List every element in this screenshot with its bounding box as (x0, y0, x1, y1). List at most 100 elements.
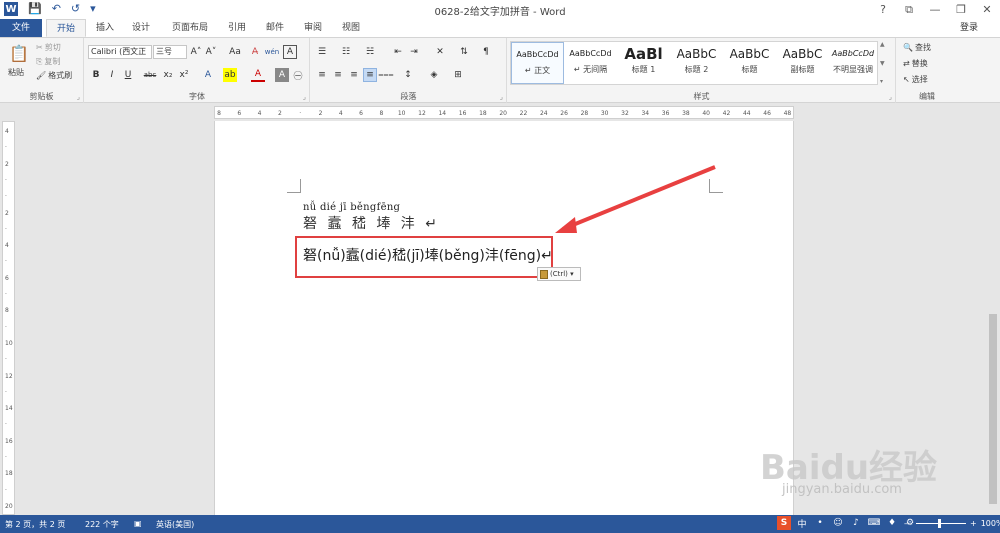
tab-review[interactable]: 审阅 (296, 19, 330, 37)
horizontal-ruler-track[interactable]: 8 6 4 2 · 2 4 6 8 10 12 14 16 18 20 22 24 26 28 30 32 34 36 38 4… (214, 106, 794, 119)
align-center-icon[interactable]: ≡ (331, 68, 345, 82)
paste-button[interactable]: 粘贴 (8, 67, 24, 78)
decrease-indent-icon[interactable]: ⇤ (391, 45, 405, 59)
sogou-icon[interactable]: S (777, 516, 791, 530)
multilevel-list-icon[interactable]: ☵ (363, 45, 377, 59)
cut-button[interactable]: ✂ 剪切 (36, 42, 61, 53)
chinese-layout-icon[interactable]: ✕ (433, 45, 447, 59)
line-spacing-icon[interactable]: ↕ (401, 68, 415, 82)
styles-scroll[interactable]: ▲ ▼ ▾ (880, 41, 890, 85)
scroll-thumb[interactable] (989, 314, 997, 504)
vertical-scrollbar[interactable] (986, 104, 1000, 515)
tab-references[interactable]: 引用 (220, 19, 254, 37)
superscript-icon[interactable]: x² (177, 68, 191, 82)
keyboard-icon[interactable]: ⌨ (867, 516, 881, 530)
font-name-combo[interactable]: Calibri (西文正 (88, 45, 152, 59)
zoom-thumb[interactable] (938, 519, 941, 528)
close-icon[interactable]: ✕ (974, 0, 1000, 19)
input-mode-icon[interactable]: 中 (795, 516, 809, 530)
increase-indent-icon[interactable]: ⇥ (407, 45, 421, 59)
tab-design[interactable]: 设计 (124, 19, 158, 37)
find-button[interactable]: 🔍 查找 (903, 42, 931, 53)
numbering-icon[interactable]: ☷ (339, 45, 353, 59)
paste-options-button[interactable]: (Ctrl) ▾ (537, 267, 581, 281)
shirt-icon[interactable]: ♦ (885, 516, 899, 530)
scroll-down-icon[interactable]: ▼ (880, 60, 890, 67)
page-count[interactable]: 第 2 页，共 2 页 (5, 519, 65, 530)
font-color-icon[interactable]: A (251, 68, 265, 82)
ruler-tick: · (5, 486, 7, 494)
clipboard-launcher-icon[interactable]: ⌟ (77, 93, 80, 101)
hanzi-line[interactable]: 砮 蠧 嵇 埲 沣 ↵ (303, 213, 440, 233)
language[interactable]: 英语(美国) (156, 519, 194, 530)
zoom-in-icon[interactable]: + (970, 519, 977, 528)
underline-icon[interactable]: U (121, 68, 135, 82)
replace-button[interactable]: ⇄ 替换 (903, 58, 928, 69)
font-size-combo[interactable]: 三号 (153, 45, 187, 59)
more-styles-icon[interactable]: ▾ (880, 78, 890, 85)
paste-icon[interactable]: 📋 (8, 42, 30, 64)
align-right-icon[interactable]: ≡ (347, 68, 361, 82)
char-border-icon[interactable]: A (283, 45, 297, 59)
zoom-level[interactable]: 100% (981, 519, 1000, 528)
char-shading-icon[interactable]: A (275, 68, 289, 82)
style-subtle-emphasis[interactable]: AaBbCcDd 不明显强调 (829, 42, 877, 84)
align-left-icon[interactable]: ≡ (315, 68, 329, 82)
mic-icon[interactable]: ♪ (849, 516, 863, 530)
horizontal-ruler[interactable]: 8 6 4 2 · 2 4 6 8 10 12 14 16 18 20 22 24 26 28 30 32 34 36 38 4… (0, 104, 1000, 120)
italic-icon[interactable]: I (105, 68, 119, 82)
change-case-icon[interactable]: Aa (225, 45, 245, 59)
format-painter-button[interactable]: 🖌 格式刷 (36, 70, 72, 81)
tab-insert[interactable]: 插入 (88, 19, 122, 37)
clear-format-icon[interactable]: A̶ (248, 45, 262, 59)
zoom-control[interactable]: — + 100% (904, 519, 1000, 528)
shading-icon[interactable]: ◈ (427, 68, 441, 82)
zoom-slider[interactable] (916, 519, 966, 528)
distributed-icon[interactable]: ⩶ (378, 68, 393, 82)
tab-view[interactable]: 视图 (334, 19, 368, 37)
bold-icon[interactable]: B (89, 68, 103, 82)
vertical-ruler[interactable]: 4 · 2 · · 2 · 4 · 6 · 8 · 10 · 12 · 14 · 16 · 18 · 20 (2, 121, 15, 515)
word-count[interactable]: 222 个字 (85, 519, 119, 530)
tab-mailings[interactable]: 邮件 (258, 19, 292, 37)
style-no-spacing[interactable]: AaBbCcDd ↵ 无间隔 (564, 42, 617, 84)
restore-icon[interactable]: ❐ (948, 0, 974, 19)
ribbon-display-icon[interactable]: ⧉ (896, 0, 922, 19)
punct-icon[interactable]: • (813, 516, 827, 530)
select-button[interactable]: ↖ 选择 (903, 74, 928, 85)
bullets-icon[interactable]: ☰ (315, 45, 329, 59)
proofing-icon[interactable]: ▣ (134, 519, 142, 528)
grow-font-icon[interactable]: A˄ (189, 45, 203, 59)
tab-home[interactable]: 开始 (46, 19, 86, 37)
styles-launcher-icon[interactable]: ⌟ (889, 93, 892, 101)
style-heading2[interactable]: AaBbC 标题 2 (670, 42, 723, 84)
borders-icon[interactable]: ⊞ (451, 68, 465, 82)
tab-layout[interactable]: 页面布局 (162, 19, 218, 37)
strikethrough-icon[interactable]: abc (143, 68, 157, 82)
highlight-icon[interactable]: ab (223, 68, 237, 82)
style-title[interactable]: AaBbC 标题 (723, 42, 776, 84)
phonetic-guide-icon[interactable]: wén (265, 45, 279, 59)
emoji-icon[interactable]: ☺ (831, 516, 845, 530)
subscript-icon[interactable]: x₂ (161, 68, 175, 82)
style-subtitle[interactable]: AaBbC 副标题 (776, 42, 829, 84)
font-launcher-icon[interactable]: ⌟ (303, 93, 306, 101)
tab-file[interactable]: 文件 (0, 19, 42, 37)
shrink-font-icon[interactable]: A˅ (204, 45, 218, 59)
help-icon[interactable]: ? (870, 0, 896, 19)
zoom-out-icon[interactable]: — (904, 519, 912, 528)
justify-icon[interactable]: ≡ (363, 68, 377, 82)
style-normal[interactable]: AaBbCcDd ↵ 正文 (511, 42, 564, 84)
minimize-icon[interactable]: — (922, 0, 948, 19)
sort-icon[interactable]: ⇅ (457, 45, 471, 59)
style-heading1[interactable]: AaBl 标题 1 (617, 42, 670, 84)
paragraph-launcher-icon[interactable]: ⌟ (500, 93, 503, 101)
show-marks-icon[interactable]: ¶ (479, 45, 493, 59)
document-page[interactable]: nǚ dié jī běngfēng 砮 蠧 嵇 埲 沣 ↵ 砮(nǚ)蠧(di… (214, 121, 794, 515)
pinyin-line[interactable]: nǚ dié jī běngfēng (303, 202, 400, 213)
enclose-char-icon[interactable]: ㊀ (291, 68, 305, 82)
login-link[interactable]: 登录 (960, 19, 978, 37)
copy-button[interactable]: ⎘ 复制 (36, 56, 60, 67)
scroll-up-icon[interactable]: ▲ (880, 41, 890, 48)
text-effects-icon[interactable]: A (201, 68, 215, 82)
